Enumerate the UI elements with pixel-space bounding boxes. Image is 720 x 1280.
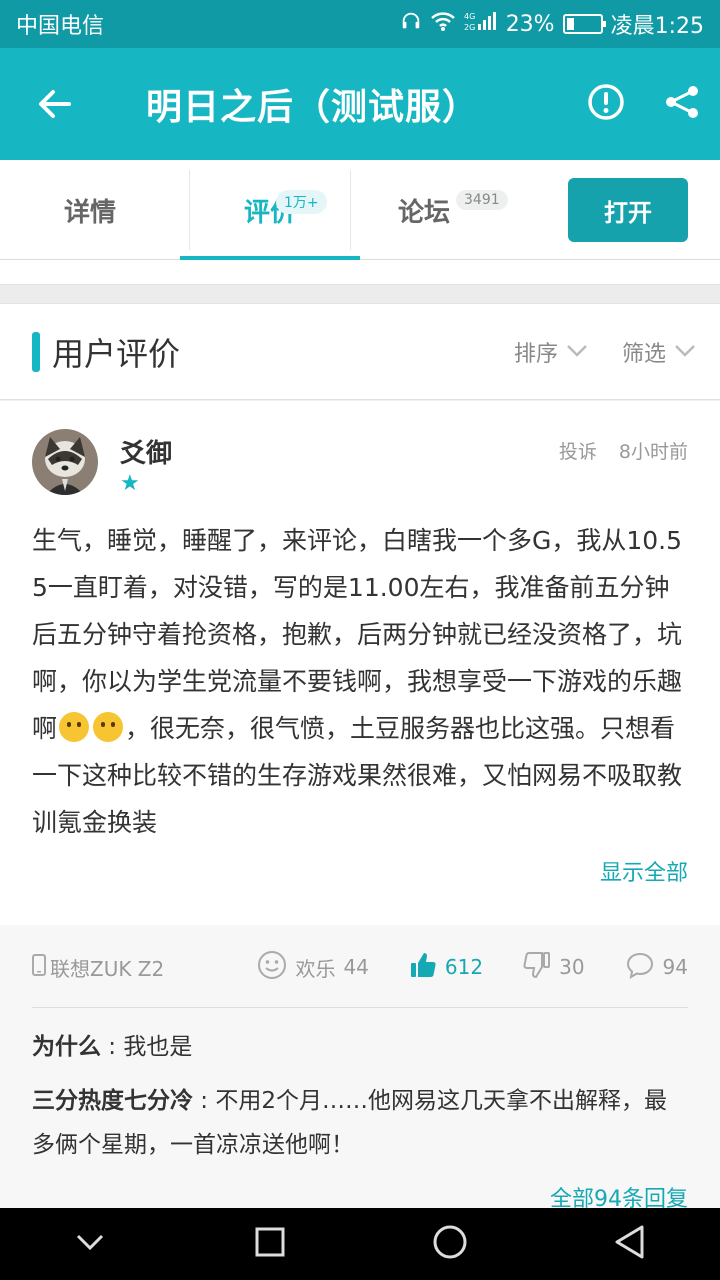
carrier-label: 中国电信 xyxy=(16,14,105,39)
reply-item[interactable]: 为什么 : 我也是 xyxy=(32,1025,688,1069)
dislike-button[interactable]: 30 xyxy=(523,951,585,984)
system-nav-bar xyxy=(0,1208,720,1280)
square-icon xyxy=(254,1226,286,1262)
triangle-back-icon xyxy=(613,1224,647,1264)
tab-details[interactable]: 详情 xyxy=(0,160,180,260)
comment-count: 94 xyxy=(662,955,688,979)
thumbs-up-icon xyxy=(409,951,437,984)
rating-star: ★ xyxy=(120,471,140,496)
happy-button[interactable]: 欢乐 44 xyxy=(257,950,369,985)
review-stats: 联想ZUK Z2 欢乐 44 612 30 94 xyxy=(32,945,688,989)
exclamation-circle-icon xyxy=(586,82,626,126)
review-footer: 联想ZUK Z2 欢乐 44 612 30 94 为什么: 我也是 三分热度七… xyxy=(0,925,720,1212)
section-accent-bar xyxy=(32,331,40,372)
tab-divider xyxy=(350,170,351,250)
filter-button[interactable]: 筛选 xyxy=(622,336,696,368)
report-link[interactable]: 投诉 xyxy=(559,437,597,464)
circle-icon xyxy=(432,1224,468,1264)
battery-percent: 23% xyxy=(505,11,555,37)
phone-icon xyxy=(32,953,46,981)
thumbs-down-icon xyxy=(523,951,551,984)
app-bar: 明日之后（测试服） xyxy=(0,48,720,160)
filter-label: 筛选 xyxy=(621,341,666,367)
review-text: 生气，睡觉，睡醒了，来评论，白瞎我一个多G，我从10.55一直盯着，对没错，写的… xyxy=(32,526,683,743)
back-button[interactable] xyxy=(600,1214,660,1274)
chevron-down-icon xyxy=(75,1232,105,1256)
neutral-face-emoji-icon xyxy=(93,712,124,742)
recents-button[interactable] xyxy=(240,1214,300,1274)
clock: 凌晨1:25 xyxy=(610,14,704,39)
chevron-down-icon xyxy=(566,339,588,364)
home-button[interactable] xyxy=(420,1214,480,1274)
tab-badge: 3491 xyxy=(456,190,508,210)
dislike-count: 30 xyxy=(559,955,585,979)
device-label: 联想ZUK Z2 xyxy=(50,956,165,981)
report-button[interactable] xyxy=(568,48,644,160)
review-time: 8小时前 xyxy=(618,441,688,463)
headphones-icon xyxy=(400,10,422,38)
chevron-down-icon xyxy=(674,339,696,364)
happy-label: 欢乐 xyxy=(295,956,336,981)
sort-label: 排序 xyxy=(513,341,558,367)
collapse-button[interactable] xyxy=(60,1214,120,1274)
tab-label: 论坛 xyxy=(397,197,450,228)
comment-bubble-icon xyxy=(625,951,655,984)
divider-band xyxy=(0,284,720,304)
svg-text:4G: 4G xyxy=(464,12,475,21)
neutral-face-emoji-icon xyxy=(59,712,90,742)
tab-forum[interactable]: 论坛 3491 xyxy=(360,160,540,260)
review-card: 爻御 ★ 投诉 8小时前 生气，睡觉，睡醒了，来评论，白瞎我一个多G，我从10.… xyxy=(0,401,720,925)
status-bar: 中国电信 4G 2G 23% 凌晨1:25 xyxy=(0,0,720,48)
reply-user: 为什么 xyxy=(32,1034,101,1060)
device-info: 联想ZUK Z2 xyxy=(32,953,217,982)
like-button[interactable]: 612 xyxy=(409,951,483,984)
happy-count: 44 xyxy=(343,955,369,979)
divider xyxy=(32,1007,688,1008)
review-content: 生气，睡觉，睡醒了，来评论，白瞎我一个多G，我从10.55一直盯着，对没错，写的… xyxy=(32,517,688,846)
sort-button[interactable]: 排序 xyxy=(514,336,588,368)
review-text: ，很无奈，很气愤，土豆服务器也比这强。只想看一下这种比较不错的生存游戏果然很难，… xyxy=(32,714,683,837)
comment-button[interactable]: 94 xyxy=(625,951,688,984)
share-button[interactable] xyxy=(644,48,720,160)
reply-text: 我也是 xyxy=(123,1034,193,1060)
tab-reviews[interactable]: 评价 1万+ xyxy=(180,160,360,260)
section-header: 用户评价 排序 筛选 xyxy=(0,304,720,400)
wifi-icon xyxy=(430,10,456,38)
reply-user: 三分热度七分冷 xyxy=(32,1088,193,1114)
cellular-signal-icon: 4G 2G xyxy=(464,10,498,38)
tab-bar: 详情 评价 1万+ 论坛 3491 打开 xyxy=(0,160,720,261)
back-arrow-icon[interactable] xyxy=(0,48,110,160)
reply-item[interactable]: 三分热度七分冷 : 不用2个月……他网易这几天拿不出解释，最多俩个星期，一首凉凉… xyxy=(32,1079,688,1167)
smiley-icon xyxy=(257,950,287,985)
show-all-link[interactable]: 显示全部 xyxy=(600,855,688,887)
spacer xyxy=(0,260,720,284)
like-count: 612 xyxy=(444,955,484,979)
page-title: 明日之后（测试服） xyxy=(146,87,480,128)
section-title: 用户评价 xyxy=(52,334,181,373)
tab-badge: 1万+ xyxy=(276,190,327,214)
review-username[interactable]: 爻御 xyxy=(120,433,172,470)
share-icon xyxy=(662,82,702,126)
battery-icon xyxy=(562,14,606,34)
reply-separator: : xyxy=(101,1034,124,1060)
reply-separator: : xyxy=(193,1088,216,1114)
svg-text:2G: 2G xyxy=(464,23,475,32)
review-meta: 投诉 8小时前 xyxy=(559,437,688,464)
avatar[interactable] xyxy=(32,429,98,495)
open-button[interactable]: 打开 xyxy=(568,178,688,242)
tab-label: 详情 xyxy=(63,197,116,228)
